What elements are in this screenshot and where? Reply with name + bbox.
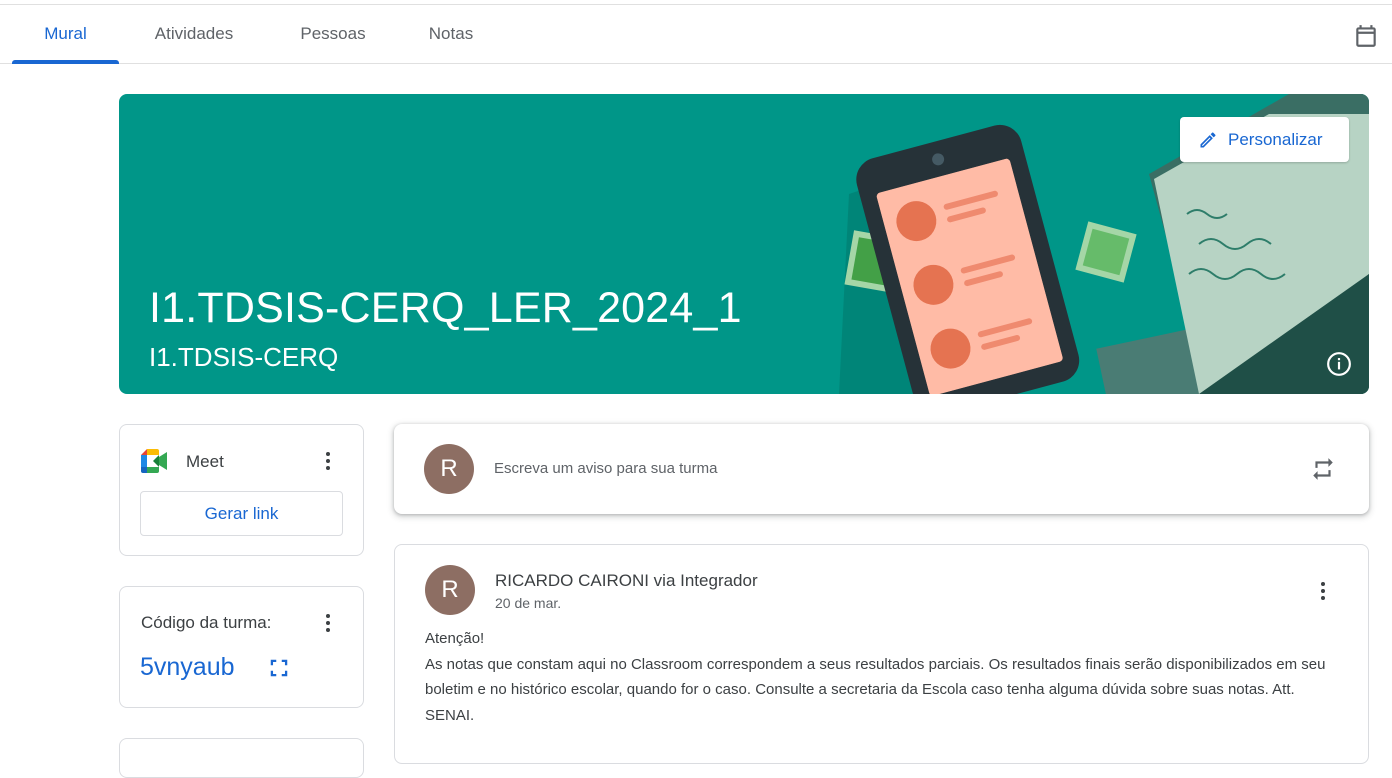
class-tabs: Mural Atividades Pessoas Notas (0, 5, 1392, 64)
class-code-label: Código da turma: (141, 613, 272, 632)
fullscreen-icon[interactable] (268, 657, 290, 679)
post-card: R RICARDO CAIRONI via Integrador 20 de m… (394, 544, 1369, 764)
post-author: RICARDO CAIRONI via Integrador (495, 571, 758, 590)
class-code-card: Código da turma: 5vnyaub (119, 586, 364, 708)
announcement-placeholder: Escreva um aviso para sua turma (494, 460, 718, 477)
tab-atividades-label: Atividades (154, 24, 234, 43)
post-body-line-2: As notas que constam aqui no Classroom c… (425, 655, 1326, 724)
pencil-icon (1200, 131, 1216, 147)
class-title: I1.TDSIS-CERQ_LER_2024_1 (149, 284, 742, 332)
class-code-value: 5vnyaub (140, 653, 235, 681)
info-icon[interactable] (1326, 351, 1352, 377)
class-subtitle: I1.TDSIS-CERQ (149, 342, 339, 372)
upcoming-card (119, 738, 364, 778)
announcement-composer[interactable]: R Escreva um aviso para sua turma (394, 424, 1369, 514)
tab-pessoas[interactable]: Pessoas (286, 5, 380, 63)
customize-button[interactable]: Personalizar (1180, 117, 1349, 162)
meet-label: Meet (186, 452, 224, 471)
repost-icon[interactable] (1310, 456, 1336, 482)
tab-notas[interactable]: Notas (410, 5, 492, 63)
post-date: 20 de mar. (495, 595, 562, 611)
meet-card: Meet Gerar link (119, 424, 364, 556)
post-body-line-1: Atenção! (425, 630, 485, 647)
author-avatar: R (425, 565, 475, 615)
generate-link-button[interactable]: Gerar link (140, 491, 343, 536)
post-body: Atenção! As notas que constam aqui no Cl… (425, 626, 1345, 728)
avatar: R (424, 444, 474, 494)
tab-mural-label: Mural (44, 24, 87, 43)
class-banner: I1.TDSIS-CERQ_LER_2024_1 I1.TDSIS-CERQ P… (119, 94, 1369, 394)
calendar-icon[interactable] (1353, 23, 1379, 49)
customize-label: Personalizar (1228, 129, 1323, 149)
post-more-options-icon[interactable] (1311, 579, 1335, 603)
google-meet-icon (141, 449, 167, 473)
tab-atividades[interactable]: Atividades (134, 5, 254, 63)
tab-pessoas-label: Pessoas (300, 24, 366, 43)
tab-notas-label: Notas (428, 24, 474, 43)
active-tab-indicator (12, 60, 119, 64)
meet-more-options-icon[interactable] (316, 449, 340, 473)
tab-mural[interactable]: Mural (12, 5, 119, 64)
class-code-more-options-icon[interactable] (316, 611, 340, 635)
